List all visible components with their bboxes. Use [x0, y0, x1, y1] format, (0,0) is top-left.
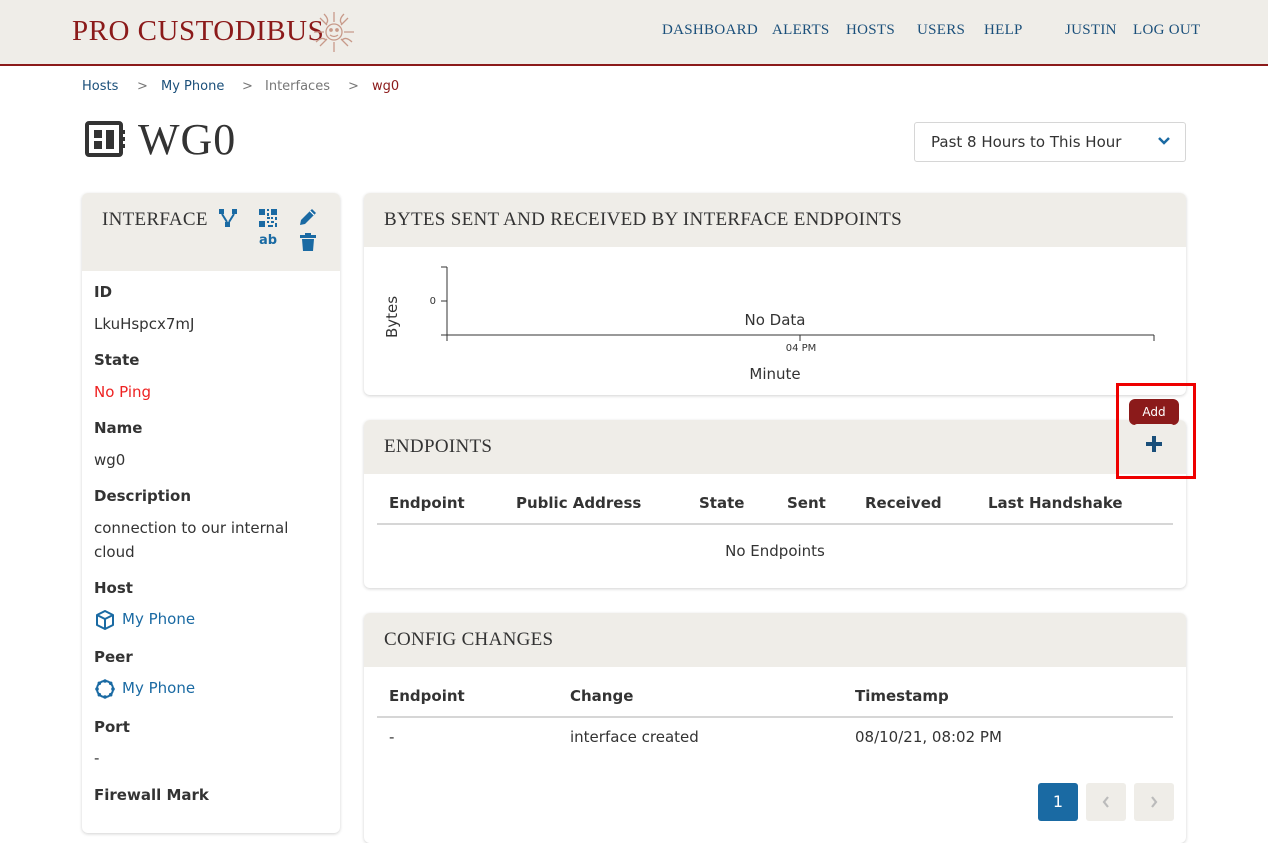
name-value: wg0	[94, 451, 126, 469]
host-cube-icon	[96, 610, 114, 630]
add-tooltip: Add	[1129, 399, 1179, 431]
brand-name[interactable]: PRO CUSTODIBUS	[72, 14, 324, 48]
interface-card-header: INTERFACE ab	[82, 193, 340, 271]
nav-logout[interactable]: LOG OUT	[1133, 22, 1201, 39]
table-divider	[377, 716, 1173, 718]
breadcrumb-separator: >	[348, 79, 359, 94]
no-data-message: No Data	[745, 311, 806, 329]
time-range-select[interactable]: Past 8 Hours to This Hour	[914, 122, 1186, 162]
state-value: No Ping	[94, 383, 152, 401]
column-header-state[interactable]: State	[699, 494, 744, 512]
id-value: LkuHspcx7mJ	[94, 315, 195, 333]
brand-logo-icon	[314, 12, 354, 52]
endpoints-card-header: ENDPOINTS	[364, 420, 1186, 474]
endpoints-card: ENDPOINTS Endpoint Public Address State …	[364, 420, 1186, 588]
plus-icon	[1146, 436, 1162, 452]
x-tick-label: 04 PM	[786, 343, 817, 354]
nav-dashboard[interactable]: DASHBOARD	[662, 22, 758, 39]
breadcrumb-current: wg0	[372, 79, 400, 94]
edit-pencil-icon[interactable]	[298, 207, 318, 227]
row-endpoint: -	[389, 728, 395, 746]
host-link[interactable]: My Phone	[94, 610, 294, 632]
interface-card-title: INTERFACE	[102, 209, 208, 230]
nav-hosts[interactable]: HOSTS	[846, 22, 895, 39]
top-bar: PRO CUSTODIBUS DASHBOARD ALERTS HOSTS US…	[0, 0, 1268, 66]
id-label: ID	[94, 283, 113, 301]
port-label: Port	[94, 718, 130, 736]
breadcrumb-separator: >	[242, 79, 253, 94]
topology-icon[interactable]	[218, 208, 238, 228]
x-axis-label: Minute	[749, 365, 800, 383]
chevron-down-icon	[1158, 137, 1170, 145]
column-header-public-address[interactable]: Public Address	[516, 494, 641, 512]
column-header-endpoint[interactable]: Endpoint	[389, 494, 465, 512]
endpoints-card-title: ENDPOINTS	[384, 436, 493, 457]
firewall-mark-label: Firewall Mark	[94, 786, 209, 804]
host-label: Host	[94, 579, 133, 597]
next-page-button[interactable]	[1134, 783, 1174, 821]
config-card-header: CONFIG CHANGES	[364, 613, 1186, 667]
port-value: -	[94, 749, 100, 767]
page-1-button[interactable]: 1	[1038, 783, 1078, 821]
description-value: connection to our internal cloud	[94, 519, 289, 561]
name-label: Name	[94, 419, 143, 437]
page-title: WG0	[138, 115, 237, 164]
breadcrumb-host[interactable]: My Phone	[161, 79, 224, 94]
nav-alerts[interactable]: ALERTS	[772, 22, 830, 39]
column-header-received[interactable]: Received	[865, 494, 942, 512]
peer-link[interactable]: My Phone	[94, 679, 294, 701]
column-header-sent[interactable]: Sent	[787, 494, 826, 512]
time-range-value: Past 8 Hours to This Hour	[931, 133, 1122, 151]
row-change: interface created	[570, 728, 699, 746]
chevron-left-icon	[1102, 796, 1109, 808]
column-header-timestamp[interactable]: Timestamp	[855, 687, 949, 705]
config-card-title: CONFIG CHANGES	[384, 629, 554, 650]
add-endpoint-button[interactable]	[1134, 424, 1174, 464]
state-label: State	[94, 351, 140, 369]
description-label: Description	[94, 487, 192, 505]
breadcrumb-separator: >	[137, 79, 148, 94]
prev-page-button[interactable]	[1086, 783, 1126, 821]
qr-code-text-label[interactable]: ab	[259, 233, 277, 248]
bytes-chart-card: BYTES SENT AND RECEIVED BY INTERFACE END…	[364, 193, 1186, 395]
column-header-endpoint[interactable]: Endpoint	[389, 687, 465, 705]
nav-help[interactable]: HELP	[984, 22, 1023, 39]
chevron-right-icon	[1151, 796, 1158, 808]
y-axis-label: Bytes	[383, 296, 401, 338]
row-timestamp: 08/10/21, 08:02 PM	[855, 728, 1002, 746]
chart-card-title: BYTES SENT AND RECEIVED BY INTERFACE END…	[384, 209, 903, 230]
delete-trash-icon[interactable]	[300, 233, 316, 251]
nav-users[interactable]: USERS	[917, 22, 965, 39]
qr-code-icon[interactable]	[258, 208, 278, 228]
bytes-chart: 0 04 PM Bytes Minute No Data	[383, 266, 1155, 383]
peer-cog-icon	[95, 679, 115, 699]
chart-card-header: BYTES SENT AND RECEIVED BY INTERFACE END…	[364, 193, 1186, 247]
nav-user-profile[interactable]: JUSTIN	[1065, 22, 1117, 39]
column-header-change[interactable]: Change	[570, 687, 633, 705]
no-endpoints-message: No Endpoints	[725, 542, 825, 560]
breadcrumb-hosts[interactable]: Hosts	[82, 79, 118, 94]
host-link-text[interactable]: My Phone	[122, 610, 195, 628]
interface-card: INTERFACE ab ID LkuHspcx7mJ State No Pin…	[82, 193, 340, 833]
peer-label: Peer	[94, 648, 133, 666]
breadcrumb-interfaces: Interfaces	[265, 79, 330, 94]
table-divider	[377, 523, 1173, 525]
y-tick-label: 0	[430, 296, 436, 307]
interface-icon	[85, 121, 125, 157]
peer-link-text[interactable]: My Phone	[122, 679, 195, 697]
column-header-last-handshake[interactable]: Last Handshake	[988, 494, 1123, 512]
